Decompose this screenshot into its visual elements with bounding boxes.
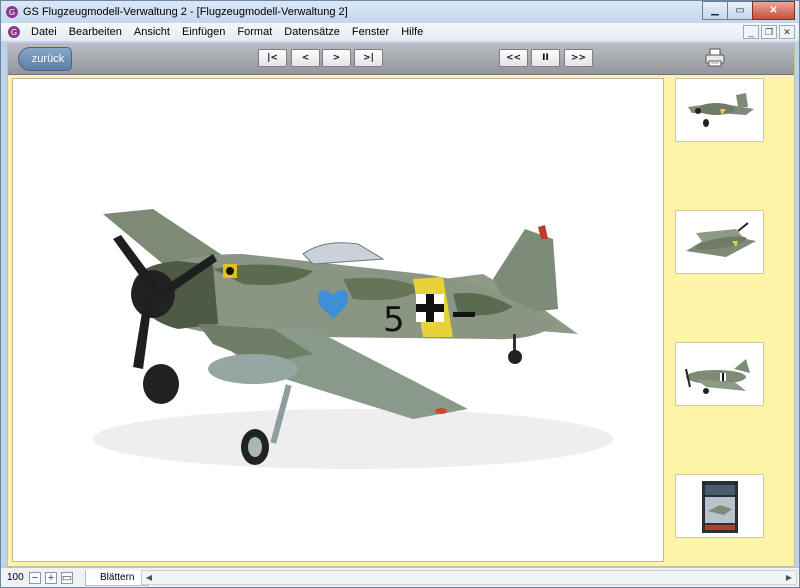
app-icon: G — [6, 6, 18, 18]
rewind-button[interactable]: << — [499, 49, 528, 67]
menu-bar: G Datei Bearbeiten Ansicht Einfügen Form… — [1, 23, 799, 42]
form-area: zurück |< < > >| << II >> 5 — [7, 43, 795, 567]
menu-bearbeiten[interactable]: Bearbeiten — [63, 23, 128, 42]
menu-ansicht[interactable]: Ansicht — [128, 23, 176, 42]
zoom-level: 100 — [7, 572, 24, 583]
horizontal-scrollbar[interactable]: ◀ ▶ — [141, 570, 797, 585]
close-button[interactable]: ✕ — [752, 1, 795, 20]
scroll-left-icon[interactable]: ◀ — [142, 571, 156, 584]
browse-mode-tab[interactable]: Blättern — [85, 569, 150, 586]
thumbnail-2[interactable] — [675, 210, 764, 274]
close-icon: ✕ — [769, 5, 778, 16]
first-record-button[interactable]: |< — [258, 49, 287, 67]
menu-datensaetze[interactable]: Datensätze — [278, 23, 346, 42]
aircraft-number-label: 5 — [383, 300, 405, 340]
window-title: GS Flugzeugmodell-Verwaltung 2 - [Flugze… — [23, 6, 348, 18]
title-bar: G GS Flugzeugmodell-Verwaltung 2 - [Flug… — [1, 1, 799, 23]
back-button[interactable]: zurück — [18, 47, 72, 71]
app-window: G GS Flugzeugmodell-Verwaltung 2 - [Flug… — [0, 0, 800, 588]
menu-einfuegen[interactable]: Einfügen — [176, 23, 231, 42]
menu-hilfe[interactable]: Hilfe — [395, 23, 429, 42]
scroll-right-icon[interactable]: ▶ — [782, 571, 796, 584]
layout-mode-icon[interactable]: ▭ — [61, 571, 73, 584]
menu-datei[interactable]: Datei — [25, 23, 63, 42]
airplane-photo: 5 — [93, 209, 613, 469]
main-image-panel: 5 — [12, 78, 664, 562]
zoom-out-icon[interactable]: − — [29, 571, 41, 584]
minimize-icon: _ — [748, 27, 754, 37]
svg-text:G: G — [11, 28, 17, 37]
previous-record-button[interactable]: < — [291, 49, 320, 67]
thumbnail-1[interactable] — [675, 78, 764, 142]
thumbnail-airplane-top-icon — [686, 222, 756, 257]
minimize-button[interactable]: ▁ — [702, 1, 728, 20]
thumbnail-3[interactable] — [675, 342, 764, 406]
toolbar: zurück |< < > >| << II >> — [8, 44, 794, 75]
thumbnail-4[interactable] — [675, 474, 764, 538]
thumbnail-airplane-side-icon — [685, 359, 750, 394]
thumbnail-airplane-front-icon — [688, 93, 754, 127]
status-bar: 100 − + ▭ Blättern ◀ ▶ — [1, 567, 799, 587]
close-icon: ✕ — [783, 26, 791, 37]
zoom-in-icon[interactable]: + — [45, 571, 57, 584]
mdi-minimize-button[interactable]: _ — [743, 25, 759, 39]
restore-icon: ❐ — [764, 26, 774, 37]
maximize-icon: ▭ — [735, 5, 745, 16]
printer-icon[interactable] — [704, 48, 726, 68]
svg-text:G: G — [9, 8, 15, 17]
mdi-close-button[interactable]: ✕ — [779, 25, 795, 39]
forward-button[interactable]: >> — [564, 49, 593, 67]
menu-format[interactable]: Format — [231, 23, 278, 42]
thumbnail-model-box-icon — [702, 481, 738, 533]
pause-button[interactable]: II — [531, 49, 560, 67]
document-icon[interactable]: G — [7, 25, 21, 39]
last-record-button[interactable]: >| — [354, 49, 383, 67]
next-record-button[interactable]: > — [322, 49, 351, 67]
minimize-icon: ▁ — [711, 5, 719, 16]
menu-fenster[interactable]: Fenster — [346, 23, 395, 42]
maximize-button[interactable]: ▭ — [727, 1, 753, 20]
mdi-restore-button[interactable]: ❐ — [761, 25, 777, 39]
